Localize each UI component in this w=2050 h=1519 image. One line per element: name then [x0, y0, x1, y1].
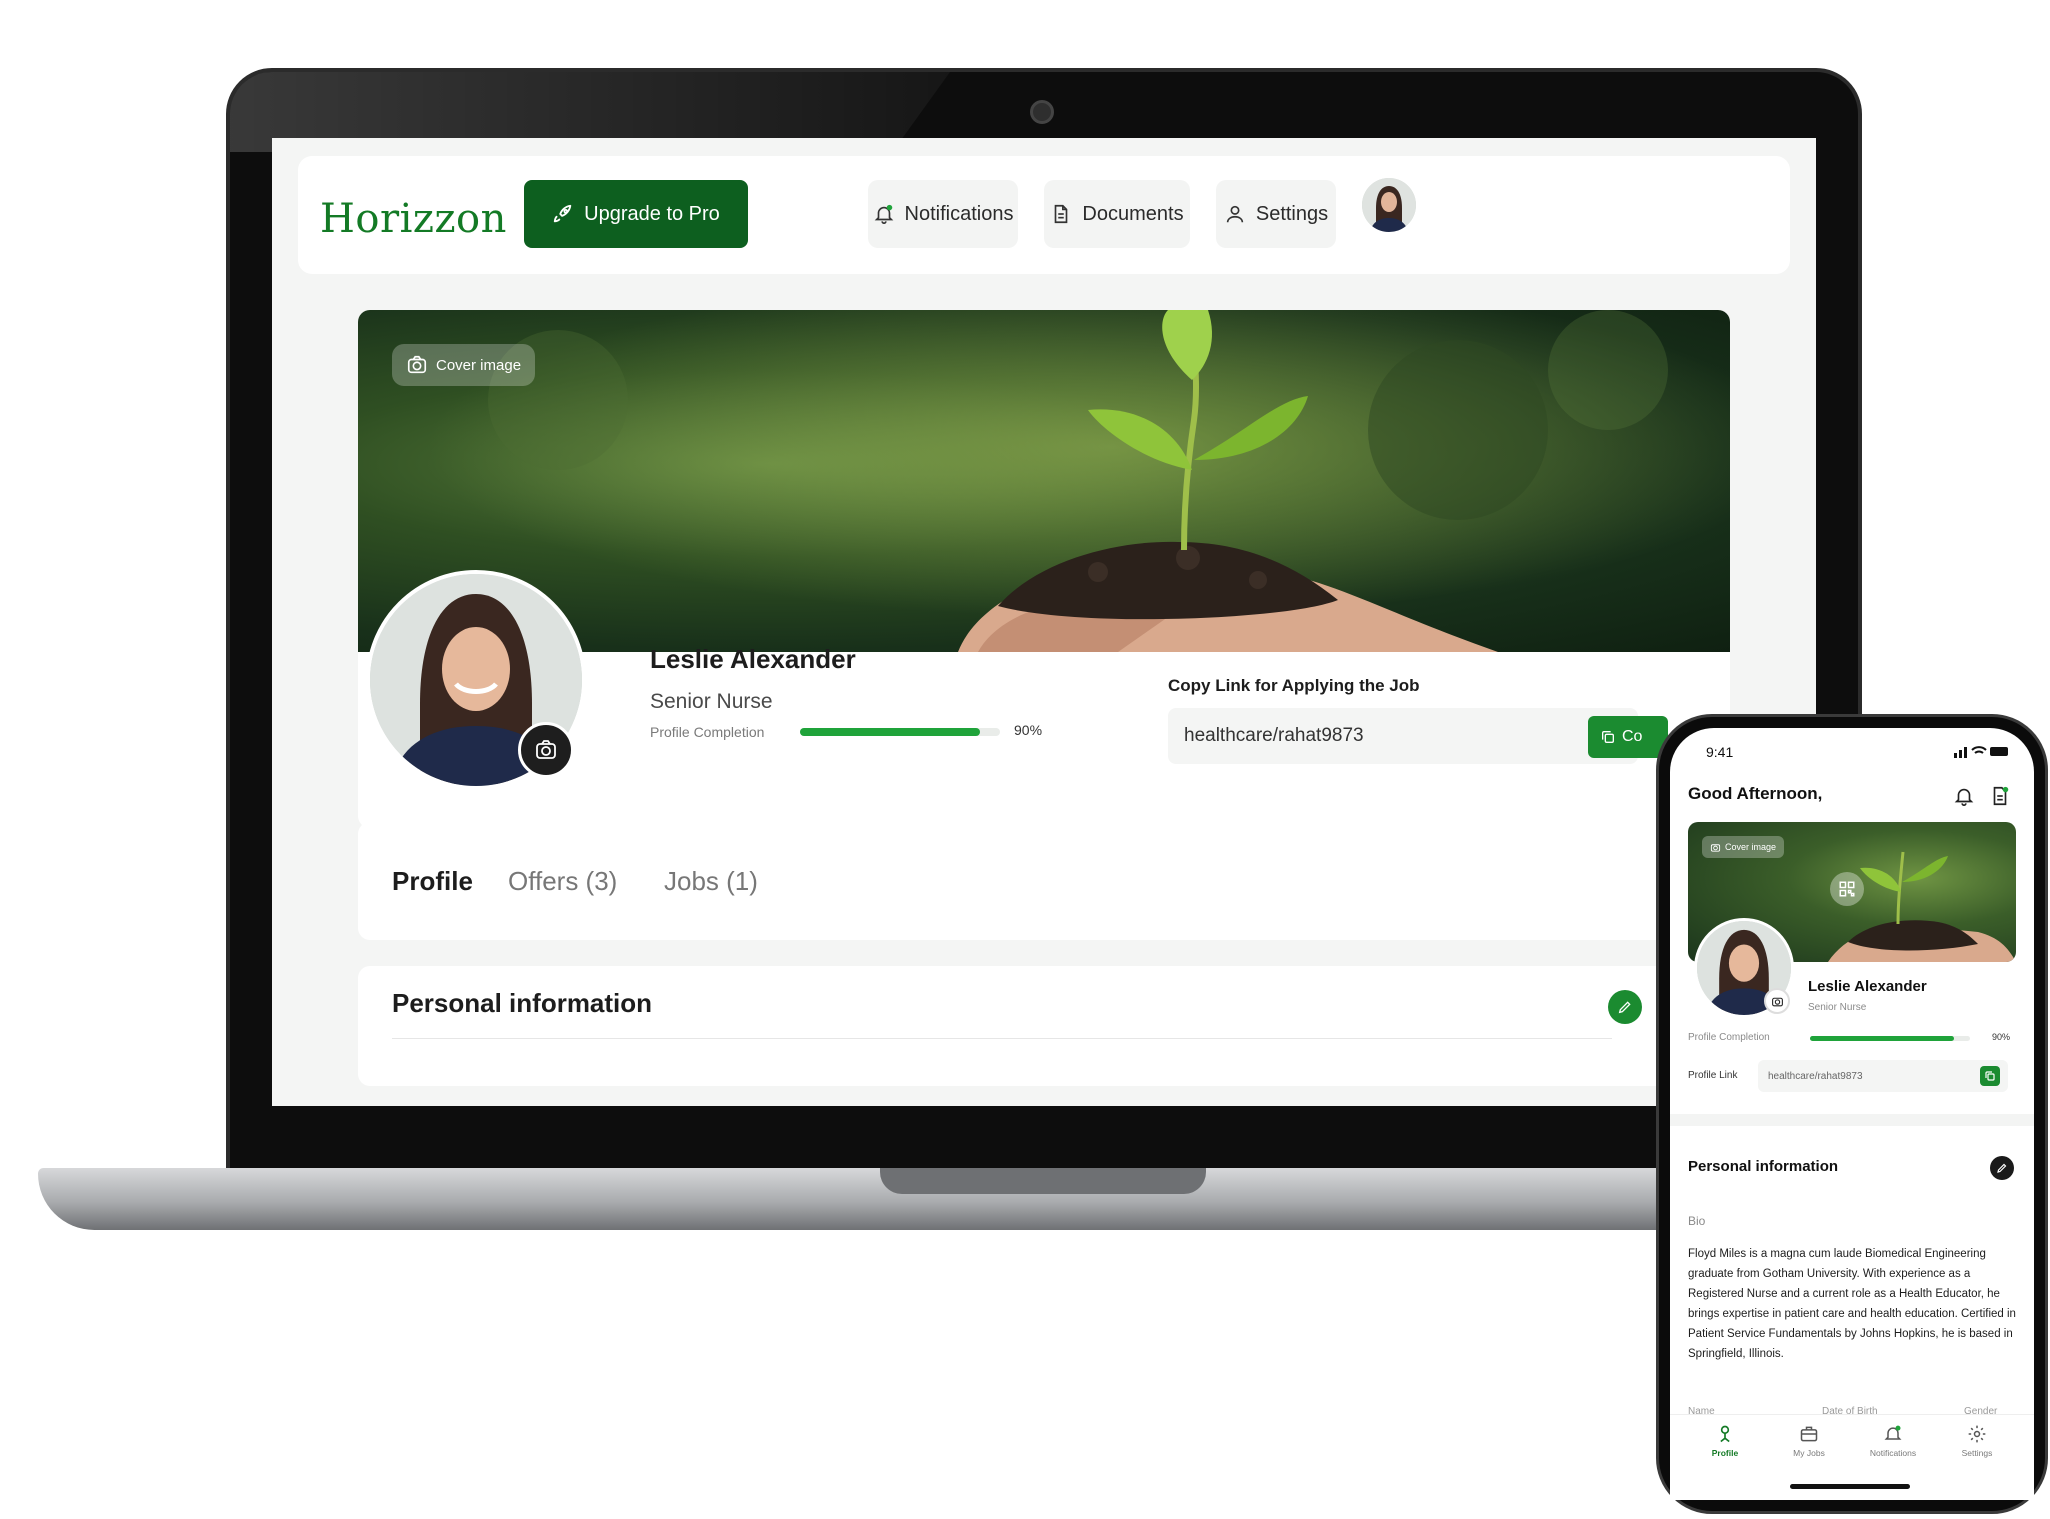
- pencil-icon: [1618, 1001, 1631, 1014]
- documents-label: Documents: [1082, 202, 1184, 225]
- job-link-label: Copy Link for Applying the Job: [1168, 676, 1420, 695]
- camera-icon: [536, 740, 556, 759]
- mobile-tab-notifications[interactable]: Notifications: [1858, 1424, 1928, 1458]
- mobile-tab-my-jobs[interactable]: My Jobs: [1774, 1424, 1844, 1458]
- person-icon: [1720, 1425, 1730, 1443]
- greeting: Good Afternoon,: [1688, 784, 1823, 803]
- copy-link-button[interactable]: Co: [1588, 716, 1668, 758]
- personal-info-title: Personal information: [392, 988, 653, 1018]
- mobile-edit-personal-info-button[interactable]: [1990, 1156, 2014, 1180]
- seedling-illustration: [358, 310, 1730, 652]
- copy-icon: [1602, 731, 1614, 743]
- mobile-copy-link-button[interactable]: [1980, 1066, 2000, 1086]
- copy-icon: [1985, 1071, 1995, 1081]
- mobile-profile-name: Leslie Alexander: [1808, 978, 1927, 995]
- home-indicator: [1790, 1484, 1910, 1489]
- mobile-notifications-button[interactable]: [1950, 782, 1978, 810]
- notifications-button[interactable]: Notifications: [868, 180, 1018, 248]
- personal-info-card: [358, 966, 1730, 1086]
- job-link-field[interactable]: healthcare/rahat9873: [1168, 708, 1638, 764]
- brand-logo[interactable]: Horizzon: [320, 196, 507, 242]
- profile-completion-value: 90%: [1014, 722, 1043, 738]
- pencil-icon: [1997, 1163, 2007, 1173]
- mobile-tab-settings-label: Settings: [1961, 1448, 1993, 1458]
- mobile-completion-bar: [1810, 1036, 1970, 1041]
- document-icon: [1055, 204, 1068, 224]
- mobile-link-field[interactable]: healthcare/rahat9873: [1758, 1060, 2008, 1092]
- profile-name: Leslie Alexander: [650, 644, 856, 674]
- bio-text: Floyd Miles is a magna cum laude Biomedi…: [1688, 1248, 2016, 1360]
- mobile-personal-info-title: Personal information: [1688, 1158, 1839, 1175]
- mobile-tab-my-jobs-label: My Jobs: [1793, 1448, 1825, 1458]
- mobile-tab-settings[interactable]: Settings: [1942, 1424, 2012, 1458]
- bell-icon: [1954, 788, 1974, 806]
- camera-icon: [1710, 843, 1721, 852]
- mobile-completion-fill: [1810, 1036, 1954, 1041]
- laptop-screen: Horizzon Upgrade to Pro Notifications Do…: [272, 138, 1816, 1106]
- mobile-section-separator: [1670, 1114, 2034, 1126]
- status-icons: [1954, 744, 2010, 761]
- mobile-tab-profile-label: Profile: [1711, 1448, 1739, 1458]
- mobile-completion-value: 90%: [1992, 1032, 2011, 1042]
- signal-wifi-battery-icon: [1954, 746, 2008, 758]
- qr-code-icon: [1839, 881, 1855, 897]
- status-time: 9:41: [1706, 744, 1734, 760]
- avatar-portrait: [1362, 178, 1416, 232]
- bell-icon: [1884, 1425, 1902, 1440]
- mobile-documents-button[interactable]: [1986, 782, 2014, 810]
- bio-label: Bio: [1688, 1214, 1706, 1228]
- cover-image: [358, 310, 1730, 652]
- user-avatar[interactable]: [1362, 178, 1416, 232]
- mobile-change-photo-button[interactable]: [1764, 988, 1790, 1014]
- edit-personal-info-button[interactable]: [1608, 990, 1642, 1024]
- profile-completion-bar: [800, 728, 1000, 736]
- tab-profile[interactable]: Profile: [392, 866, 473, 897]
- laptop-camera: [1030, 100, 1054, 124]
- gear-icon: [1968, 1425, 1986, 1443]
- section-divider: [392, 1038, 1612, 1039]
- tab-offers[interactable]: Offers (3): [508, 866, 617, 897]
- mobile-completion-label: Profile Completion: [1688, 1032, 1770, 1043]
- bell-icon: [874, 204, 893, 224]
- copy-link-label: Co: [1622, 728, 1643, 745]
- profile-completion-label: Profile Completion: [650, 724, 765, 740]
- briefcase-icon: [1800, 1426, 1818, 1442]
- notifications-label: Notifications: [904, 202, 1014, 225]
- mobile-profile-role: Senior Nurse: [1808, 1002, 1867, 1013]
- rocket-icon: [554, 204, 572, 223]
- mobile-link-label: Profile Link: [1688, 1070, 1738, 1081]
- user-icon: [1226, 205, 1244, 223]
- qr-code-button[interactable]: [1830, 872, 1864, 906]
- camera-icon: [407, 355, 427, 374]
- cover-image-button[interactable]: Cover image: [392, 344, 536, 386]
- settings-button[interactable]: Settings: [1216, 180, 1336, 248]
- profile-role: Senior Nurse: [650, 690, 773, 713]
- tab-jobs[interactable]: Jobs (1): [664, 866, 758, 897]
- cover-image-label: Cover image: [436, 356, 522, 374]
- documents-button[interactable]: Documents: [1044, 180, 1190, 248]
- mobile-tab-notifications-label: Notifications: [1869, 1448, 1917, 1458]
- upgrade-label: Upgrade to Pro: [584, 202, 720, 225]
- laptop-base-notch: [880, 1168, 1206, 1194]
- mobile-cover-image-button[interactable]: Cover image: [1702, 836, 1785, 858]
- camera-icon: [1771, 997, 1783, 1006]
- settings-label: Settings: [1255, 202, 1329, 225]
- document-icon: [1993, 786, 2009, 806]
- change-photo-button[interactable]: [518, 722, 574, 778]
- mobile-cover-image-label: Cover image: [1725, 842, 1777, 852]
- profile-completion-fill: [800, 728, 980, 736]
- mobile-tab-profile[interactable]: Profile: [1690, 1424, 1760, 1458]
- upgrade-button[interactable]: Upgrade to Pro: [524, 180, 748, 248]
